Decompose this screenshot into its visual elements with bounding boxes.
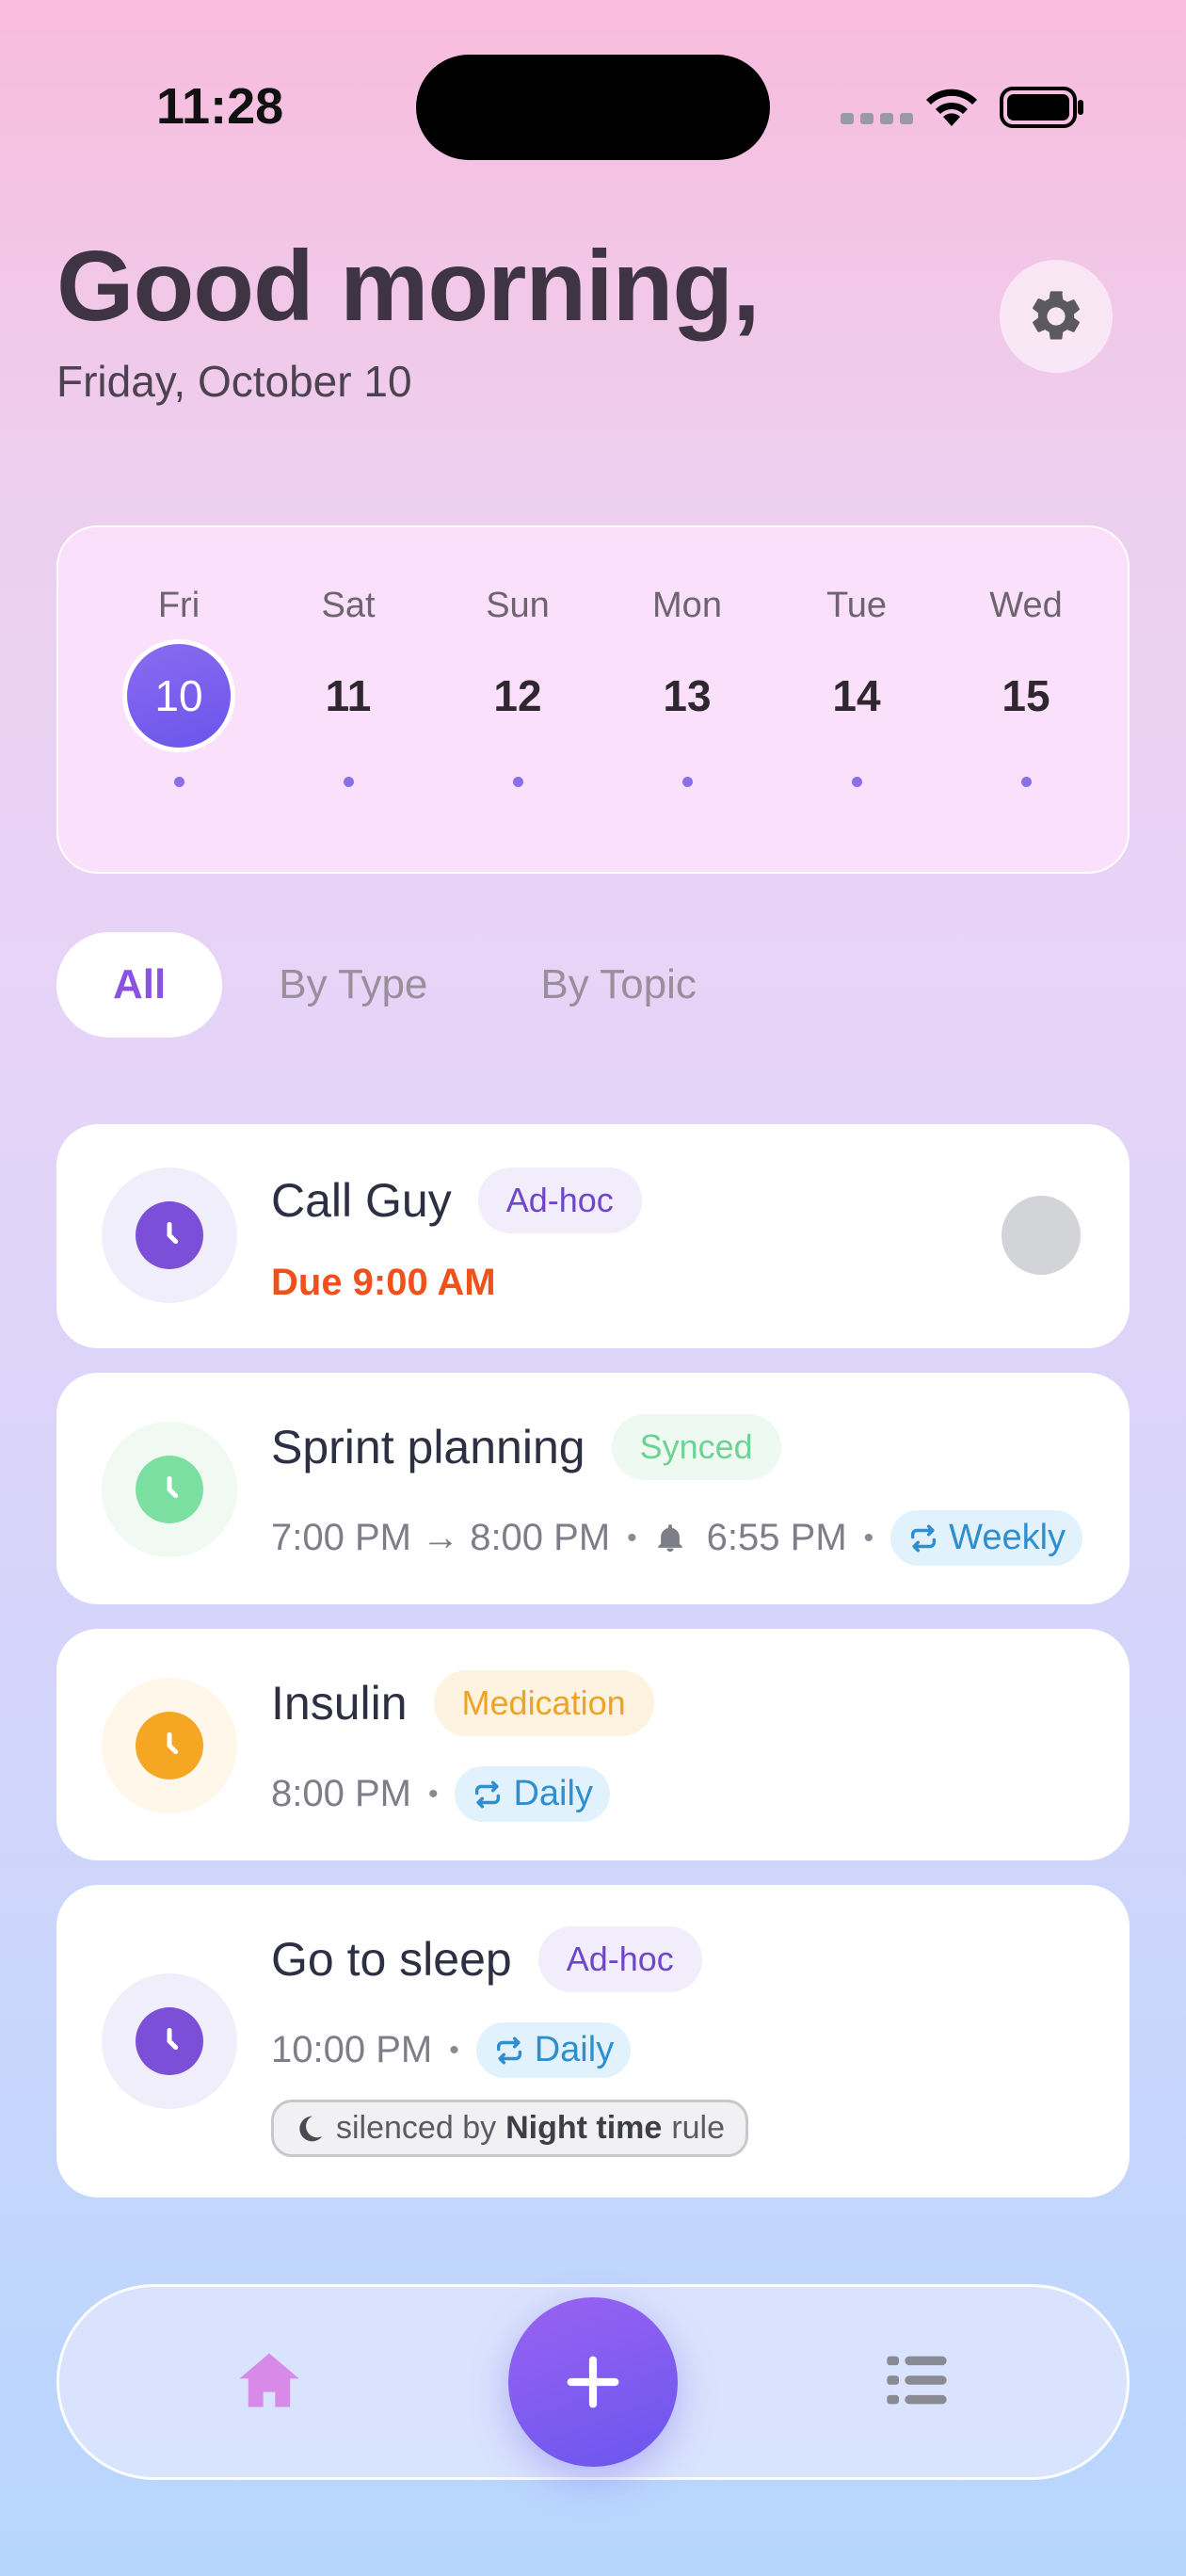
day-name: Fri: [157, 586, 200, 625]
alert-time: 6:55 PM: [706, 1517, 847, 1558]
reminder-type-icon: [102, 1422, 237, 1557]
wifi-icon: [926, 89, 977, 126]
clock-icon: [167, 2027, 179, 2051]
clock-icon: [167, 1221, 179, 1245]
reminder-meta: 10:00 PM • Daily: [271, 2022, 632, 2078]
repeat-icon: [911, 1524, 937, 1552]
moon-icon: [299, 2116, 323, 2141]
reminder-card-call-guy[interactable]: Call Guy Ad-hoc Due 9:00 AM: [56, 1124, 1130, 1348]
home-icon: [239, 2353, 299, 2407]
type-badge: Ad-hoc: [537, 1926, 702, 1992]
list-icon: [887, 2356, 947, 2405]
calendar-day-sun[interactable]: Sun 12: [442, 527, 593, 787]
type-badge: Ad-hoc: [477, 1167, 642, 1233]
time-range: 7:00 PM → 8:00 PM: [271, 1517, 611, 1558]
reminder-card-sprint-planning[interactable]: Sprint planning Synced 7:00 PM → 8:00 PM…: [56, 1373, 1130, 1604]
reminder-time: 8:00 PM: [271, 1773, 411, 1814]
reminder-time: 10:00 PM: [271, 2029, 433, 2070]
clock-icon: [167, 1475, 179, 1499]
calendar-day-wed[interactable]: Wed 15: [951, 527, 1101, 787]
tab-all[interactable]: All: [56, 932, 223, 1038]
filter-tabs: All By Type By Topic: [56, 932, 753, 1038]
reminder-title: Call Guy: [271, 1174, 452, 1227]
dynamic-island: [416, 55, 770, 160]
tab-by-type[interactable]: By Type: [222, 932, 484, 1038]
day-number: 14: [832, 671, 881, 720]
reminder-type-icon: [102, 1678, 237, 1813]
calendar-day-tue[interactable]: Tue 14: [781, 527, 932, 787]
day-name: Tue: [825, 586, 888, 625]
clock-icon: [167, 1731, 179, 1755]
add-reminder-button[interactable]: [508, 2297, 678, 2467]
repeat-badge: Daily: [475, 2022, 632, 2078]
repeat-badge: Weekly: [890, 1510, 1083, 1566]
reminder-meta: 8:00 PM • Daily: [271, 1766, 610, 1822]
repeat-badge: Daily: [455, 1766, 610, 1822]
current-date: Friday, October 10: [56, 357, 412, 406]
sync-badge: Synced: [611, 1414, 781, 1480]
nav-home-button[interactable]: [232, 2343, 307, 2418]
repeat-icon: [496, 2037, 521, 2064]
day-name: Mon: [652, 586, 722, 625]
complete-toggle[interactable]: [1002, 1196, 1081, 1275]
day-number-selected: 10: [122, 639, 235, 752]
calendar-day-mon[interactable]: Mon 13: [612, 527, 762, 787]
settings-button[interactable]: [1000, 260, 1113, 373]
day-name: Wed: [989, 586, 1063, 625]
reminder-card-go-to-sleep[interactable]: Go to sleep Ad-hoc 10:00 PM • Daily sile…: [56, 1885, 1130, 2198]
type-badge: Medication: [433, 1670, 654, 1736]
reminder-meta: 7:00 PM → 8:00 PM • 6:55 PM • Weekly: [271, 1510, 1083, 1566]
battery-icon: [1000, 87, 1083, 128]
calendar-day-sat[interactable]: Sat 11: [273, 527, 424, 787]
day-number: 13: [663, 671, 712, 720]
reminder-title: Insulin: [271, 1677, 408, 1730]
repeat-icon: [475, 1780, 501, 1808]
reminder-title: Go to sleep: [271, 1933, 512, 1986]
event-dot: [173, 777, 184, 787]
plus-icon: [567, 2356, 619, 2408]
week-calendar: Fri 10 Sat 11 Sun 12 Mon 13 Tue 14 Wed 1…: [56, 525, 1130, 874]
nav-list-button[interactable]: [879, 2343, 954, 2418]
bell-icon: [657, 1523, 682, 1552]
calendar-day-fri[interactable]: Fri 10: [104, 527, 254, 787]
event-dot: [343, 777, 354, 787]
day-name: Sun: [486, 586, 550, 625]
reminder-type-icon: [102, 1167, 237, 1303]
tab-by-topic[interactable]: By Topic: [484, 932, 753, 1038]
gear-icon: [1033, 291, 1080, 340]
event-dot: [851, 777, 862, 787]
reminder-type-icon: [102, 1973, 237, 2109]
event-dot: [681, 777, 693, 787]
event-dot: [512, 777, 523, 787]
due-time: Due 9:00 AM: [271, 1262, 496, 1303]
day-number: 11: [325, 671, 372, 720]
status-time: 11:28: [156, 78, 284, 135]
reminder-card-insulin[interactable]: Insulin Medication 8:00 PM • Daily: [56, 1629, 1130, 1860]
event-dot: [1020, 777, 1032, 787]
greeting-title: Good morning,: [56, 231, 761, 342]
silenced-notice: silenced by Night time rule: [271, 2100, 749, 2157]
cellular-signal-icon: [841, 113, 913, 124]
reminder-title: Sprint planning: [271, 1421, 585, 1473]
day-number: 12: [493, 671, 542, 720]
day-name: Sat: [321, 586, 376, 625]
day-number: 15: [1002, 671, 1050, 720]
